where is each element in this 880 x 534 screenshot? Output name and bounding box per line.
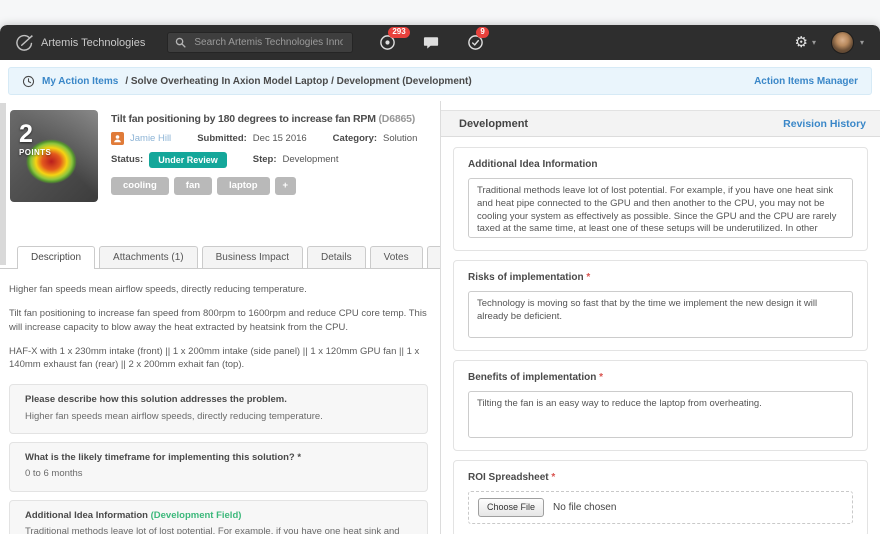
chevron-down-icon: ▾ [859,38,864,47]
tag-cooling[interactable]: cooling [111,176,169,195]
brand-name: Artemis Technologies [41,36,146,49]
author-link[interactable]: Jamie Hill [130,133,171,144]
risks-of-implementation-textarea[interactable]: Technology is moving so fast that by the… [468,291,853,338]
points-badge: 2 POINTS [19,120,52,158]
messages-button[interactable] [423,34,440,51]
tab-evaluations[interactable]: Evaluations [426,246,440,268]
idea-notifications-button[interactable]: 293 [379,27,410,51]
idea-id: (D6865) [378,113,416,125]
field-label: Additional Idea Information [468,159,598,170]
top-navbar: Artemis Technologies 293 [0,25,880,60]
points-label: POINTS [19,148,52,157]
additional-idea-information-textarea[interactable]: Traditional methods leave lot of lost po… [468,178,853,238]
revision-history-link[interactable]: Revision History [783,118,866,130]
required-marker: * [551,472,556,483]
app-window: Artemis Technologies 293 [0,25,880,534]
development-field-tag: (Development Field) [150,509,242,521]
points-value: 2 [19,120,33,148]
field-card-risks: Risks of implementation * Technology is … [453,260,868,351]
qa-box-timeframe: What is the likely timeframe for impleme… [9,442,428,492]
status-label: Status: [111,154,144,166]
description-content: Higher fan speeds mean airflow speeds, d… [0,269,440,534]
activity-notifications-button[interactable]: 9 [467,27,489,51]
answer-text: 0 to 6 months [25,468,83,480]
main-content: 2 POINTS Tilt fan positioning by 180 deg… [0,101,880,534]
brand[interactable]: Artemis Technologies [14,33,145,53]
action-items-manager-link[interactable]: Action Items Manager [754,76,858,87]
step-value: Development [282,154,339,166]
status-badge: Under Review [149,152,227,168]
tag-laptop[interactable]: laptop [217,176,270,195]
breadcrumb-my-action-items-link[interactable]: My Action Items [42,76,118,87]
field-label-text: Benefits of implementation [468,372,597,383]
category-value: Solution [383,133,418,144]
benefits-of-implementation-textarea[interactable]: Tilting the fan is an easy way to reduce… [468,391,853,438]
question-text: What is the likely timeframe for impleme… [25,452,302,464]
add-tag-button[interactable]: + [274,176,297,195]
search-input[interactable] [192,36,346,49]
field-card-additional-info: Additional Idea Information Traditional … [453,147,868,251]
tab-attachments[interactable]: Attachments (1) [99,246,198,268]
submitted-date: Dec 15 2016 [252,133,307,144]
artemis-logo-icon [14,33,34,53]
search-icon [175,37,186,48]
tab-details[interactable]: Details [307,246,366,268]
file-upload-dropzone: Choose File No file chosen [468,491,853,524]
breadcrumb: My Action Items / Solve Overheating In A… [8,67,872,95]
development-panel-header: Development Revision History [441,110,880,137]
tab-description[interactable]: Description [17,246,96,269]
description-paragraph: Tilt fan positioning to increase fan spe… [9,308,427,333]
required-marker: * [599,372,604,383]
answer-text: Higher fan speeds mean airflow speeds, d… [25,410,323,422]
file-status-text: No file chosen [553,502,617,513]
choose-file-button[interactable]: Choose File [478,498,545,517]
tab-votes[interactable]: Votes [369,246,423,268]
development-form: Additional Idea Information Traditional … [441,137,880,534]
required-marker: * [586,272,591,283]
field-label-text: ROI Spreadsheet [468,472,549,483]
idea-notifications-badge: 293 [388,27,410,38]
user-avatar [830,31,854,54]
gear-icon: ⚙ [794,33,808,51]
chevron-down-icon: ▾ [811,38,816,47]
breadcrumb-path: / Solve Overheating In Axion Model Lapto… [125,75,472,87]
category-label: Category: [332,133,378,144]
idea-title: Tilt fan positioning by 180 degrees to i… [111,113,430,125]
field-label-text: Risks of implementation [468,272,584,283]
answer-text: Traditional methods leave lot of lost po… [25,525,400,534]
idea-header: 2 POINTS Tilt fan positioning by 180 deg… [0,101,440,202]
field-label: Benefits of implementation * [468,372,853,383]
field-label: ROI Spreadsheet * [468,472,853,483]
idea-thumbnail-image[interactable]: 2 POINTS [10,110,98,202]
field-card-roi-spreadsheet: ROI Spreadsheet * Choose File No file ch… [453,460,868,534]
global-search [167,32,354,53]
settings-menu-button[interactable]: ⚙ ▾ [795,35,816,50]
tag-fan[interactable]: fan [173,176,213,195]
idea-meta-row-2: Status: Under Review Step: Development [111,152,430,168]
user-menu-button[interactable]: ▾ [821,31,864,54]
question-text: Please describe how this solution addres… [25,394,287,406]
tab-business-impact[interactable]: Business Impact [201,246,303,268]
development-panel: Development Revision History Additional … [440,101,880,534]
submitted-label: Submitted: [197,133,247,144]
step-label: Step: [252,154,277,166]
idea-title-text: Tilt fan positioning by 180 degrees to i… [111,113,376,125]
description-paragraph: Higher fan speeds mean airflow speeds, d… [9,284,307,295]
panel-collapse-handle[interactable] [0,103,6,265]
author-avatar [111,132,124,145]
tag-list: cooling fan laptop + [111,176,430,195]
description-paragraph: HAF-X with 1 x 230mm intake (front) || 1… [9,345,420,371]
activity-notifications-badge: 9 [476,27,489,38]
field-card-benefits: Benefits of implementation * Tilting the… [453,360,868,451]
idea-tabs: Description Attachments (1) Business Imp… [0,246,440,269]
idea-panel: 2 POINTS Tilt fan positioning by 180 deg… [0,101,440,534]
question-text-main: Additional Idea Information [25,509,148,521]
qa-box-solution: Please describe how this solution addres… [9,384,428,435]
clock-icon [22,75,35,88]
qa-box-additional-info: Additional Idea Information (Development… [9,499,428,534]
field-label: Risks of implementation * [468,272,853,283]
idea-meta-row-1: Jamie Hill Submitted: Dec 15 2016 Catego… [111,132,430,145]
development-panel-title: Development [459,117,529,130]
question-text: Additional Idea Information (Development… [25,509,412,522]
